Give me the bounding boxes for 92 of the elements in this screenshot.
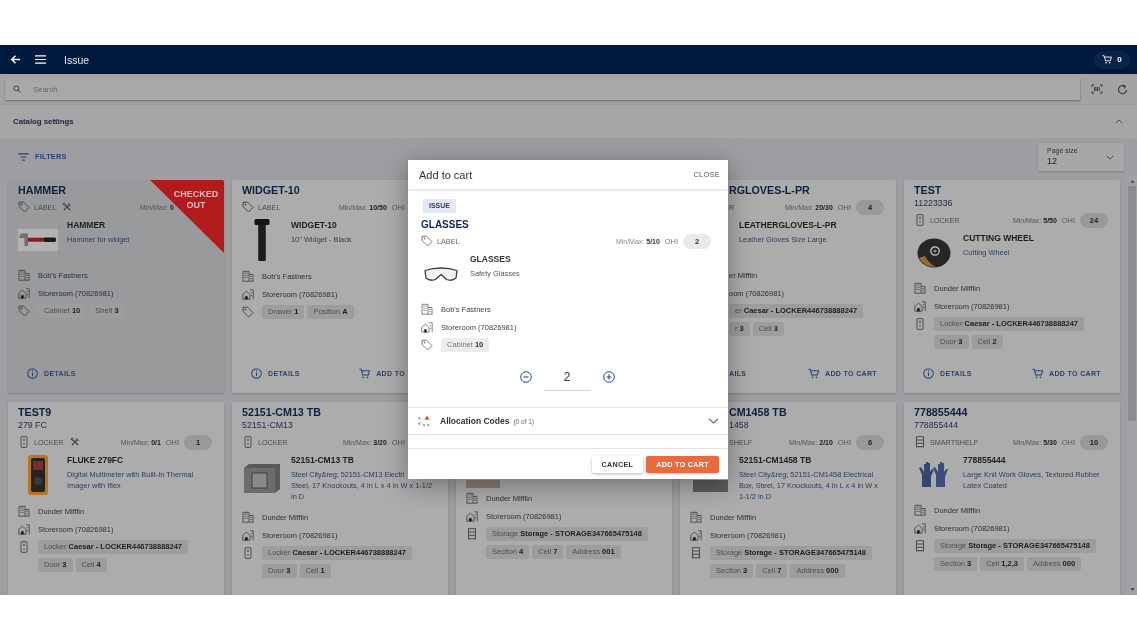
building-icon: [421, 303, 433, 315]
item-number: 1458: [729, 419, 749, 432]
locker-icon: [18, 541, 30, 553]
item-name: GLASSES: [470, 253, 511, 265]
scrollbar[interactable]: [1127, 175, 1137, 595]
building-icon: [18, 505, 30, 517]
tag-icon: [18, 201, 30, 213]
item-name: LEATHERGLOVES-L-PR: [739, 219, 837, 231]
building-icon: [242, 270, 254, 282]
hammer-image: [18, 228, 58, 251]
building-icon: [466, 492, 478, 504]
shelf-icon: [914, 436, 926, 448]
building-icon: [18, 269, 30, 281]
gloves-image: [918, 461, 950, 488]
item-number: 52151-CM13: [242, 419, 293, 432]
electrical-box-image: [243, 462, 281, 494]
dialog-title: Add to cart: [419, 168, 473, 181]
item-name: FLUKE 279FC: [67, 454, 124, 466]
shelf-icon: [690, 547, 702, 559]
chevron-up-icon[interactable]: [1115, 119, 1123, 124]
refresh-icon[interactable]: [1117, 83, 1128, 95]
item-title: WIDGET-10: [242, 184, 300, 197]
section-title: Allocation Codes: [440, 416, 510, 426]
info-icon: [923, 367, 934, 379]
cart-icon: [808, 367, 820, 379]
item-number: 778855444: [914, 419, 959, 432]
item-title: HAMMER: [18, 184, 67, 197]
chevron-down-icon[interactable]: [708, 418, 719, 424]
tag-icon: [421, 235, 433, 247]
item-title: CM1458 TB: [729, 406, 787, 419]
multimeter-image: [27, 454, 49, 496]
plus-circle-icon[interactable]: [602, 371, 615, 383]
cart-icon: [1032, 367, 1044, 379]
house-icon: [18, 523, 30, 535]
house-icon: [466, 510, 478, 522]
building-icon: [690, 511, 702, 523]
cutting-wheel-image: [916, 236, 952, 269]
item-name: CUTTING WHEEL: [963, 232, 1034, 244]
scroll-down-arrow-icon[interactable]: [1129, 588, 1135, 591]
shelf-icon: [914, 540, 926, 552]
tag-icon: [242, 201, 254, 213]
building-icon: [242, 511, 254, 523]
item-name: HAMMER: [67, 219, 106, 231]
back-arrow-icon[interactable]: [10, 54, 21, 65]
item-title: RGLOVES-L-PR: [729, 184, 810, 197]
photo-placeholder: [466, 480, 500, 488]
cart-icon: [1102, 55, 1113, 64]
tag-icon: [242, 306, 254, 318]
cart-icon: [359, 367, 371, 379]
bolt-image: [254, 219, 270, 261]
house-icon: [690, 529, 702, 541]
house-icon: [421, 321, 433, 333]
scroll-up-arrow-icon[interactable]: [1129, 180, 1135, 183]
menu-icon[interactable]: [35, 55, 46, 64]
info-icon: [27, 367, 38, 379]
item-number: 11223336: [914, 197, 953, 210]
item-title: GLASSES: [421, 218, 469, 231]
item-number: 279 FC: [18, 419, 47, 432]
house-icon: [242, 288, 254, 300]
locker-icon: [914, 318, 926, 330]
item-name: WIDGET-10: [291, 219, 337, 231]
building-icon: [914, 282, 926, 294]
house-icon: [242, 529, 254, 541]
barcode-scan-icon[interactable]: [1091, 84, 1103, 94]
cart-button[interactable]: 0: [1094, 50, 1130, 69]
item-name: 778855444: [963, 454, 1006, 466]
house-icon: [18, 287, 30, 299]
item-title: 52151-CM13 TB: [242, 406, 321, 419]
building-icon: [914, 504, 926, 516]
goggles-image: [423, 264, 459, 283]
locker-icon: [914, 214, 926, 226]
info-icon: [251, 367, 262, 379]
item-title: 778855444: [914, 406, 968, 419]
filter-icon: [18, 152, 29, 161]
item-name: 52151-CM13 TB: [291, 454, 354, 466]
shelf-icon: [466, 528, 478, 540]
search-icon: [13, 85, 21, 93]
house-icon: [914, 522, 926, 534]
chevron-down-icon: [1106, 154, 1114, 160]
photo-placeholder: [692, 480, 728, 492]
quantity-field[interactable]: 2: [543, 363, 591, 391]
tag-icon: [421, 339, 433, 351]
minus-circle-icon[interactable]: [519, 371, 532, 383]
page-title: Issue: [64, 53, 90, 66]
tag-icon: [18, 305, 30, 317]
house-icon: [914, 300, 926, 312]
locker-icon: [242, 547, 254, 559]
locker-icon: [242, 436, 254, 448]
item-title: TEST: [914, 184, 942, 197]
locker-icon: [18, 436, 30, 448]
item-title: TEST9: [18, 406, 52, 419]
item-name: 52151-CM1458 TB: [739, 454, 812, 466]
